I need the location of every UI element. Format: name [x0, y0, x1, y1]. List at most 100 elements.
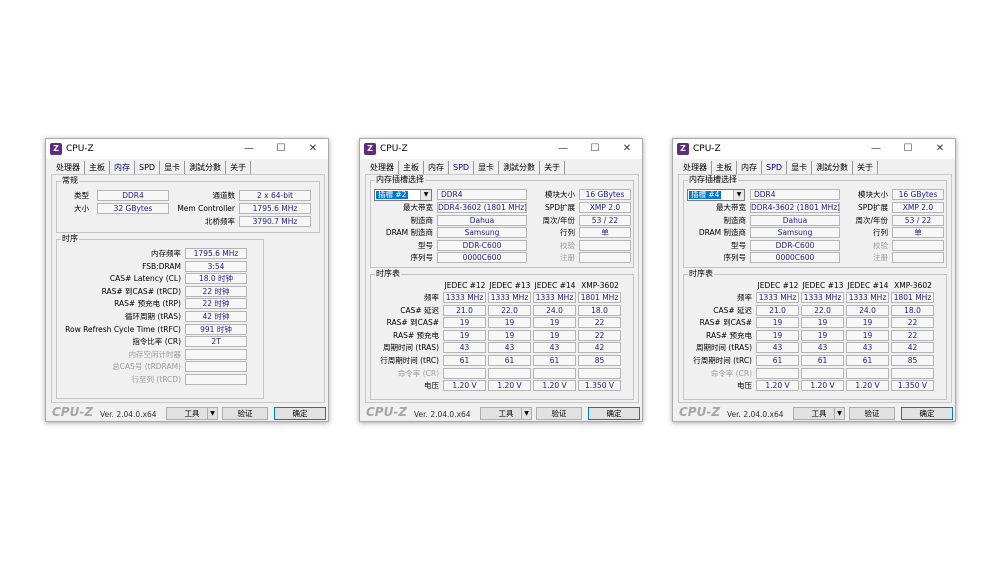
timing-cell: 19: [756, 329, 799, 341]
general-title: 常规: [61, 176, 79, 186]
timing-cell: 22.0: [801, 304, 844, 316]
timing-column-header: JEDEC #12: [757, 281, 799, 290]
timing-column-header: JEDEC #14: [847, 281, 889, 290]
minimize-icon[interactable]: —: [556, 142, 570, 156]
timing-label: RAS# 预充电 (tRP): [114, 299, 181, 309]
timing-label: 内存频率: [151, 249, 181, 258]
timing-row-label: RAS# 到CAS#: [699, 318, 752, 328]
spd-pane: 内存插槽选择 插槽 #4 ▼ DDR4 模块大小 16 GBytes 最大带宽 DDR4-36…: [678, 174, 952, 403]
timing-label: RAS# 到CAS# (tRCD): [101, 286, 181, 296]
timing-row-label: 命令率 (CR): [397, 368, 439, 378]
maximize-icon[interactable]: ☐: [588, 142, 602, 156]
tools-button[interactable]: 工具 ▼: [166, 407, 218, 420]
tab-graphics[interactable]: 显卡: [160, 161, 186, 174]
timing-cell: 22: [891, 329, 934, 341]
timing-cell: 19: [443, 329, 486, 341]
maximize-icon[interactable]: ☐: [274, 142, 288, 156]
timing-cell: 43: [533, 342, 576, 354]
chevron-down-icon[interactable]: ▼: [521, 408, 531, 419]
tab-memory[interactable]: 内存: [737, 161, 762, 174]
tab-memory[interactable]: 内存: [110, 161, 135, 174]
timing-cell: 19: [756, 317, 799, 329]
ok-button[interactable]: 确定: [588, 407, 640, 420]
slot-group: 内存插槽选择 插槽 #4 ▼ DDR4 模块大小 16 GBytes 最大带宽 DDR4-36…: [683, 175, 947, 268]
close-icon[interactable]: ✕: [306, 142, 320, 156]
maximize-icon[interactable]: ☐: [901, 142, 915, 156]
tab-bench[interactable]: 測試分數: [499, 161, 541, 174]
timing-row-label: 频率: [424, 293, 439, 302]
tab-mainboard[interactable]: 主板: [85, 161, 110, 174]
timing-cell: 43: [846, 342, 889, 354]
tab-spd[interactable]: SPD: [762, 161, 788, 174]
timing-value: [185, 348, 247, 360]
week-year-label: 周次/年份: [855, 215, 888, 225]
cpuz-logo-icon: Z: [364, 143, 376, 155]
chevron-down-icon[interactable]: ▼: [834, 408, 844, 419]
manufacturer-value: Dahua: [750, 214, 840, 226]
chevron-down-icon[interactable]: ▼: [207, 408, 217, 419]
minimize-icon[interactable]: —: [869, 142, 883, 156]
tab-mainboard[interactable]: 主板: [399, 161, 424, 174]
slot-title: 内存插槽选择: [688, 175, 738, 185]
tab-graphics[interactable]: 显卡: [474, 161, 500, 174]
version-label: Ver. 2.04.0.x64: [100, 410, 157, 419]
tab-about[interactable]: 关于: [540, 161, 566, 174]
timing-cell: 22: [578, 329, 621, 341]
manufacturer-label: 制造商: [410, 215, 434, 225]
chevron-down-icon[interactable]: ▼: [733, 190, 744, 200]
timing-value: 22 时钟: [185, 298, 247, 310]
timing-cell: 61: [533, 355, 576, 366]
check-value: [579, 239, 631, 251]
tab-graphics[interactable]: 显卡: [787, 161, 813, 174]
timing-cell: 43: [488, 342, 531, 354]
slot-select[interactable]: 插槽 #4 ▼: [687, 189, 745, 201]
timing-column-header: JEDEC #12: [444, 281, 486, 290]
tools-button[interactable]: 工具 ▼: [793, 407, 845, 420]
memctrl-value: 1795.6 MHz: [239, 203, 311, 214]
ranks-label: 行列: [873, 228, 888, 238]
tab-cpu[interactable]: 处理器: [679, 161, 712, 174]
tab-bench[interactable]: 測試分數: [812, 161, 854, 174]
tab-about[interactable]: 关于: [226, 161, 252, 174]
tab-spd[interactable]: SPD: [135, 161, 161, 174]
slot-title: 内存插槽选择: [375, 175, 425, 185]
tab-memory[interactable]: 内存: [424, 161, 449, 174]
timing-row-label: RAS# 到CAS#: [386, 318, 439, 328]
tab-bench[interactable]: 測試分數: [185, 161, 227, 174]
minimize-icon[interactable]: —: [242, 142, 256, 156]
validate-button[interactable]: 验证: [849, 407, 895, 420]
timing-row-label: 周期时间 (tRAS): [696, 343, 752, 353]
close-icon[interactable]: ✕: [620, 142, 634, 156]
close-icon[interactable]: ✕: [933, 142, 947, 156]
manufacturer-label: 制造商: [723, 215, 747, 225]
tab-mainboard[interactable]: 主板: [712, 161, 737, 174]
timing-value: 22 时钟: [185, 285, 247, 297]
tab-cpu[interactable]: 处理器: [366, 161, 399, 174]
timing-cell: 85: [891, 355, 934, 366]
timing-cell: 19: [846, 329, 889, 341]
timing-cell: 1.350 V: [578, 380, 621, 392]
ok-button[interactable]: 确定: [901, 407, 953, 420]
timing-label: 总CAS号 (tRDRAM): [112, 362, 181, 372]
validate-button[interactable]: 验证: [536, 407, 582, 420]
slot-selected-value: 插槽 #2: [376, 190, 409, 199]
title-bar[interactable]: Z CPU-Z — ☐ ✕: [673, 139, 955, 159]
timing-cell: 1801 MHz: [891, 292, 934, 303]
timing-cell: 21.0: [756, 304, 799, 316]
footer-brand: CPU-Z: [52, 405, 94, 419]
timing-cell: 61: [488, 355, 531, 366]
nb-label: 北桥频率: [205, 217, 235, 226]
chevron-down-icon[interactable]: ▼: [420, 190, 431, 200]
tools-button[interactable]: 工具 ▼: [480, 407, 532, 420]
ok-button[interactable]: 确定: [274, 407, 326, 420]
title-bar[interactable]: Z CPU-Z — ☐ ✕: [46, 139, 328, 159]
tab-spd[interactable]: SPD: [449, 161, 475, 174]
timing-table-group: 时序表 JEDEC #12 JEDEC #13 JEDEC #14 XMP-3602 频率…: [370, 269, 634, 400]
tab-cpu[interactable]: 处理器: [52, 161, 85, 174]
validate-button[interactable]: 验证: [222, 407, 268, 420]
timing-row-label: 行周期时间 (tRC): [380, 356, 439, 365]
tab-about[interactable]: 关于: [853, 161, 879, 174]
timing-cell: 19: [488, 329, 531, 341]
title-bar[interactable]: Z CPU-Z — ☐ ✕: [360, 139, 642, 159]
slot-select[interactable]: 插槽 #2 ▼: [374, 189, 432, 201]
